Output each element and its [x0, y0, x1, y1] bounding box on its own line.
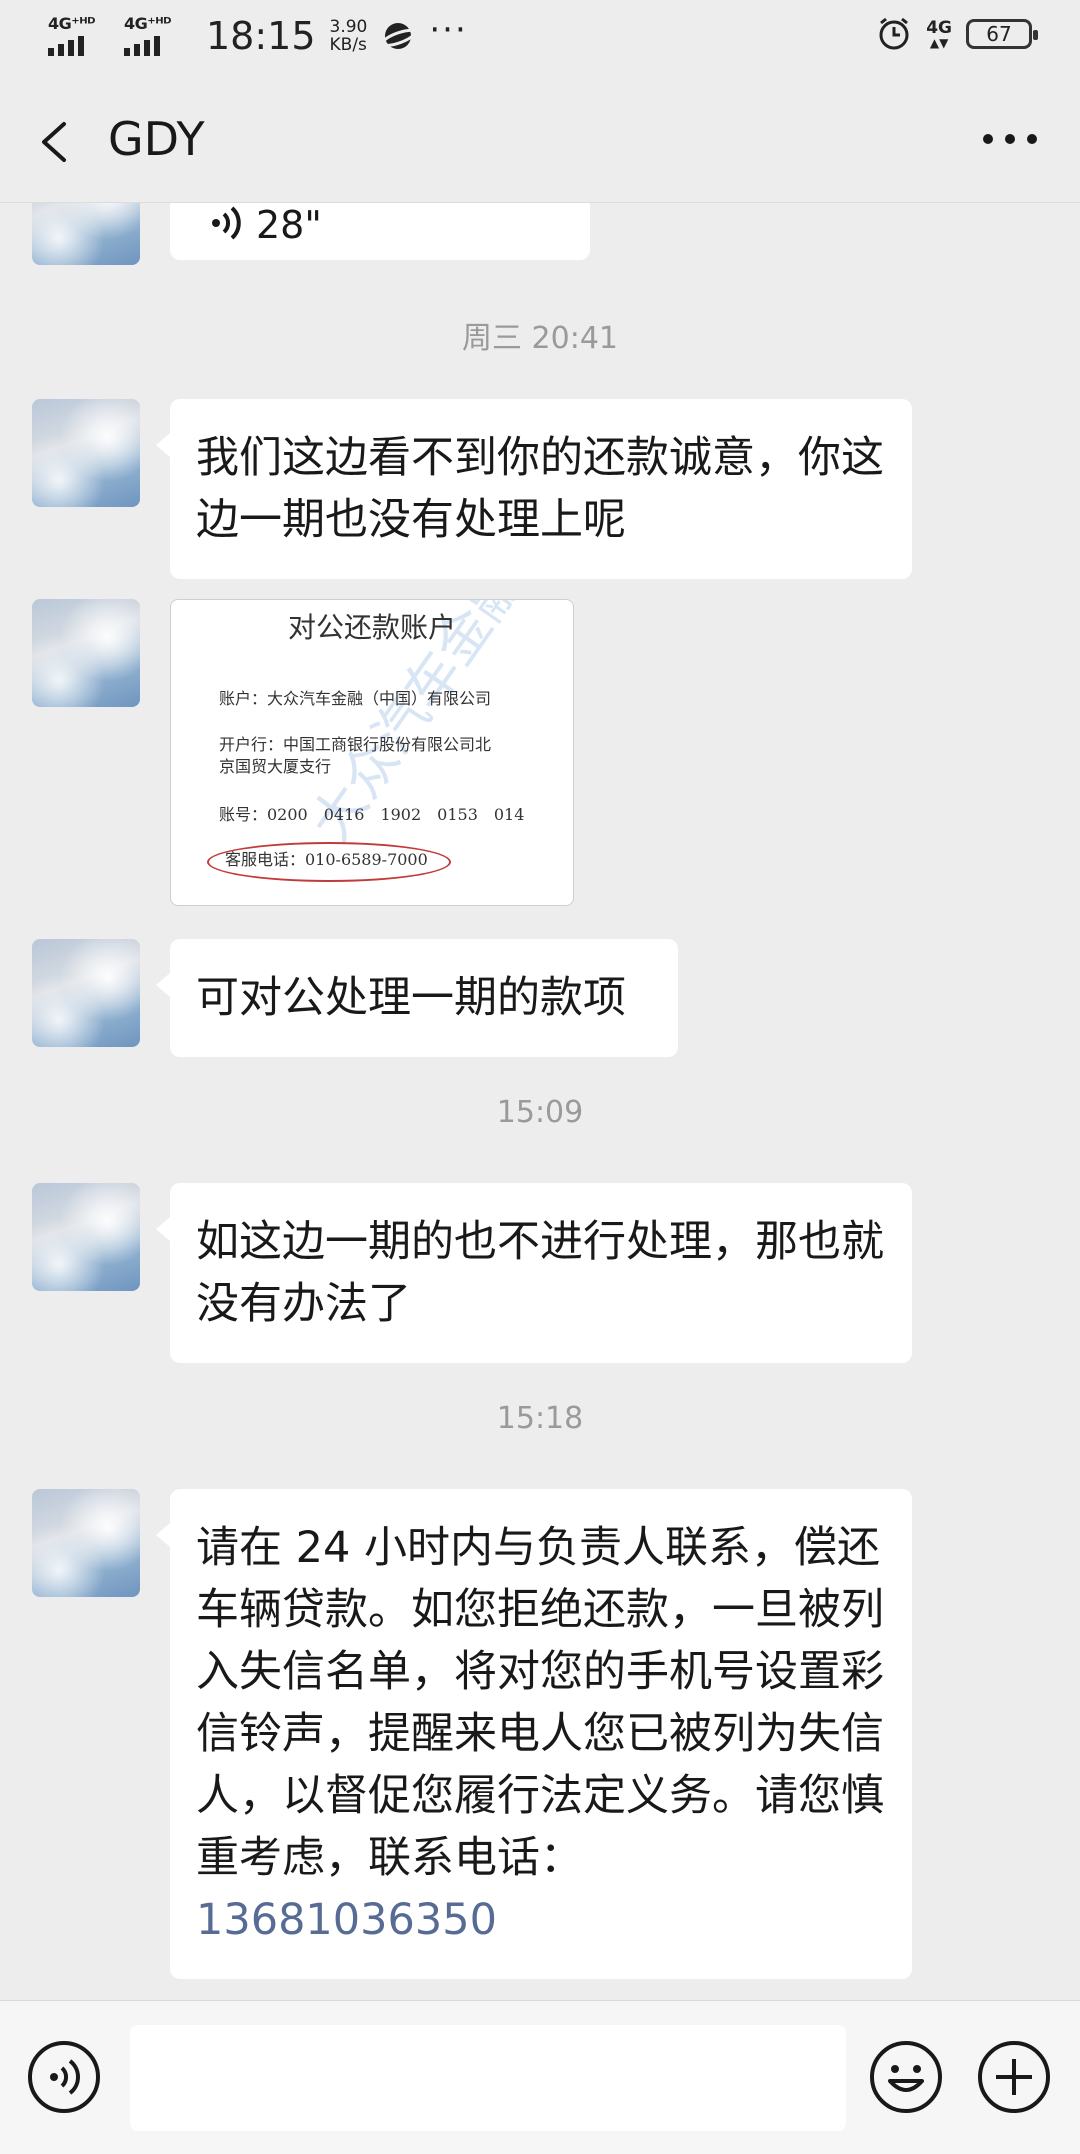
- message-text: 请在 24 小时内与负责人联系，偿还车辆贷款。如您拒绝还款，一旦被列入失信名单，…: [196, 1523, 884, 1883]
- voice-input-icon[interactable]: [26, 2039, 102, 2115]
- sim2-label: 4G⁺ᴴᴰ: [124, 14, 172, 33]
- network-label: 4G: [926, 18, 952, 38]
- speed-value: 3.90: [329, 17, 368, 37]
- image-message[interactable]: 大众汽车金融 对公还款账户 账户：大众汽车金融（中国）有限公司 开户行：中国工商…: [170, 599, 574, 906]
- chat-header: GDY: [0, 72, 1080, 202]
- battery-level: 67: [986, 22, 1012, 46]
- message-list[interactable]: 28" 周三 20:41 我们这边看不到你的还款诚意，你这边一期也没有处理上呢 …: [0, 203, 1080, 2000]
- more-icon[interactable]: [980, 132, 1040, 146]
- message-bubble[interactable]: 我们这边看不到你的还款诚意，你这边一期也没有处理上呢: [156, 399, 912, 579]
- avatar[interactable]: [32, 599, 140, 707]
- image-title: 对公还款账户: [287, 611, 456, 644]
- message-bubble[interactable]: 请在 24 小时内与负责人联系，偿还车辆贷款。如您拒绝还款，一旦被列入失信名单，…: [156, 1489, 912, 1979]
- image-service-phone: 客服电话：010-6589-7000: [225, 850, 428, 869]
- avatar[interactable]: [32, 203, 140, 265]
- signal-bars-icon: [124, 34, 160, 56]
- chat-title: GDY: [108, 112, 205, 166]
- sim1-label: 4G⁺ᴴᴰ: [48, 14, 96, 33]
- message-bubble[interactable]: 可对公处理一期的款项: [156, 939, 678, 1057]
- sim1-signal: 4G⁺ᴴᴰ: [48, 16, 110, 56]
- plus-icon[interactable]: [976, 2039, 1052, 2115]
- planet-icon: [381, 23, 416, 49]
- timestamp: 周三 20:41: [462, 321, 618, 356]
- message-input[interactable]: [130, 2025, 846, 2131]
- voice-duration: 28": [256, 203, 322, 247]
- avatar[interactable]: [32, 939, 140, 1047]
- status-bar: 4G⁺ᴴᴰ 4G⁺ᴴᴰ 18:15 3.90 KB/s ··· 4G ▲▼ 67: [0, 0, 1080, 72]
- input-bar: [0, 2000, 1080, 2154]
- phone-link[interactable]: 13681036350: [196, 1895, 497, 1945]
- battery-icon: 67: [966, 19, 1038, 49]
- voice-icon: [212, 206, 241, 240]
- emoji-icon[interactable]: [868, 2039, 944, 2115]
- image-bank-line2: 京国贸大厦支行: [219, 757, 332, 776]
- avatar[interactable]: [32, 1489, 140, 1597]
- message-bubble[interactable]: 如这边一期的也不进行处理，那也就没有办法了: [156, 1183, 912, 1363]
- avatar[interactable]: [32, 399, 140, 507]
- more-notifications-icon: ···: [429, 10, 468, 50]
- network-speed: 3.90 KB/s: [330, 18, 368, 54]
- clock: 18:15: [206, 14, 316, 58]
- voice-message-bubble[interactable]: 28": [170, 203, 590, 260]
- alarm-icon: [879, 17, 909, 50]
- timestamp: 15:09: [496, 1095, 584, 1130]
- timestamp: 15:18: [496, 1401, 584, 1436]
- image-account-number: 账号：0200 0416 1902 0153 014: [219, 805, 525, 824]
- data-arrows-icon: ▲▼: [929, 36, 949, 50]
- image-bank-line1: 开户行：中国工商银行股份有限公司北: [219, 735, 492, 754]
- image-account-name: 账户：大众汽车金融（中国）有限公司: [219, 689, 492, 708]
- signal-bars-icon: [48, 34, 84, 56]
- speed-unit: KB/s: [329, 35, 367, 55]
- avatar[interactable]: [32, 1183, 140, 1291]
- sim2-signal: 4G⁺ᴴᴰ: [124, 16, 186, 56]
- network-type: 4G ▲▼: [926, 19, 952, 49]
- back-arrow-icon[interactable]: [34, 112, 74, 172]
